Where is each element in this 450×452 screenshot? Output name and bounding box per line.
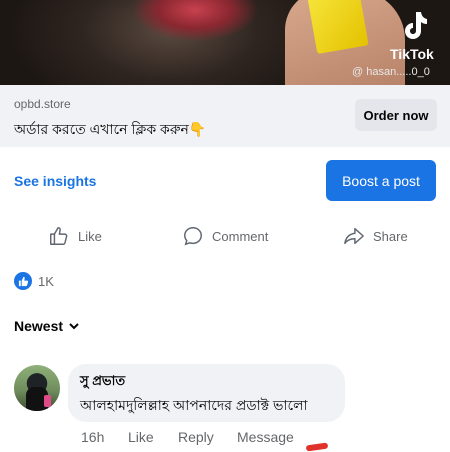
thumbs-up-icon [50, 227, 68, 245]
comment-label: Comment [212, 228, 269, 244]
link-preview[interactable]: opbd.store অর্ডার করতে এখানে ক্লিক করুন👇… [0, 85, 450, 147]
comment-text: আলহামদুলিল্লাহ আপনাদের প্রডাক্ট ভালো [80, 397, 308, 413]
annotation-mark [305, 442, 329, 452]
reaction-summary[interactable]: 1K [14, 272, 54, 290]
order-now-button[interactable]: Order now [355, 99, 437, 131]
tiktok-watermark: TikTok [390, 46, 434, 62]
comment-bubble-icon [184, 227, 202, 246]
comment-sort-dropdown[interactable]: Newest [14, 318, 80, 334]
like-label: Like [78, 228, 102, 244]
comment-author[interactable]: সু প্রভাত [80, 372, 125, 393]
chevron-down-icon [69, 323, 79, 330]
reaction-count: 1K [38, 273, 54, 289]
share-label: Share [373, 228, 408, 244]
comment-timestamp[interactable]: 16h [81, 429, 104, 445]
video-frame-product [307, 0, 369, 55]
link-domain: opbd.store [14, 97, 71, 111]
see-insights-link[interactable]: See insights [14, 173, 96, 189]
like-reaction-icon [14, 272, 32, 290]
avatar[interactable] [14, 365, 60, 411]
share-button[interactable]: Share [343, 224, 408, 248]
share-arrow-icon [344, 227, 364, 245]
comment-bubble: সু প্রভাত আলহামদুলিল্লাহ আপনাদের প্রডাক্… [68, 364, 345, 422]
comment-button[interactable]: Comment [182, 224, 268, 248]
comment-like-link[interactable]: Like [128, 429, 154, 445]
comment-reply-link[interactable]: Reply [178, 429, 214, 445]
post-video-thumbnail[interactable]: TikTok @ hasan.....0_0 [0, 0, 450, 85]
boost-post-button[interactable]: Boost a post [326, 160, 436, 201]
avatar-accent [44, 395, 51, 407]
comment-message-link[interactable]: Message [237, 429, 294, 445]
sort-label: Newest [14, 318, 64, 334]
like-button[interactable]: Like [48, 224, 102, 248]
tiktok-username: @ hasan.....0_0 [352, 66, 430, 78]
tiktok-logo-icon [405, 12, 427, 39]
link-headline: অর্ডার করতে এখানে ক্লিক করুন👇 [14, 121, 207, 137]
